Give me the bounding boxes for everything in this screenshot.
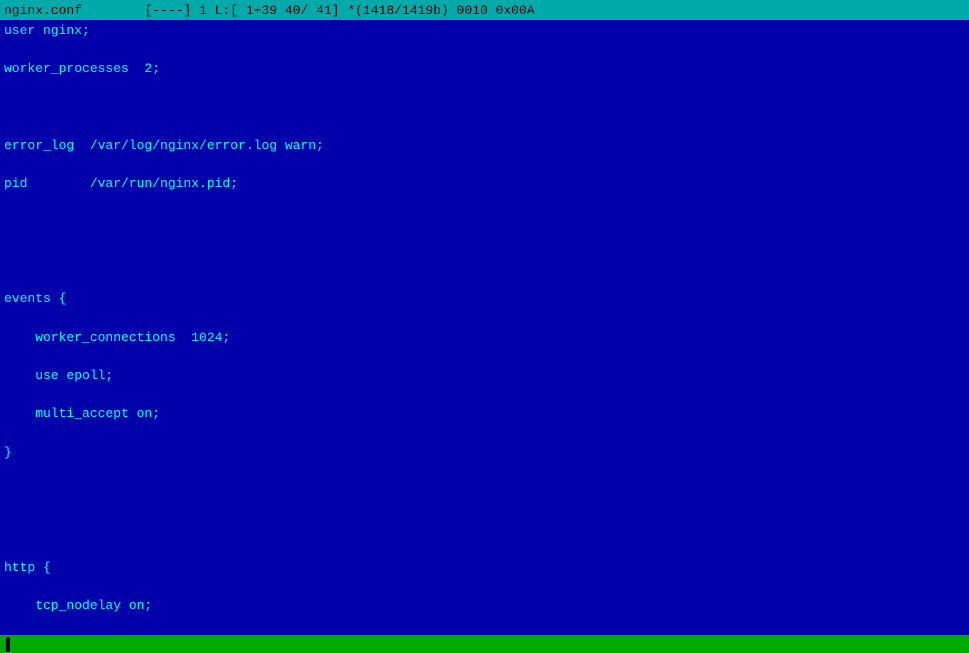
bottom-indicator: ▐ <box>2 637 10 652</box>
status-filename: nginx.conf <box>4 3 82 18</box>
editor-line: events { <box>4 290 965 309</box>
editor-line <box>4 520 965 539</box>
status-codes-info: 0010 0x00A <box>457 3 535 18</box>
status-bytes <box>340 3 348 18</box>
status-bytes-info: *(1418/1419b) <box>347 3 448 18</box>
editor-line: tcp_nodelay on; <box>4 597 965 616</box>
editor-line: pid /var/run/nginx.pid; <box>4 175 965 194</box>
bottom-bar: ▐ <box>0 635 969 653</box>
status-pos-info: 1 L:[ 1+39 40/ 41] <box>199 3 339 18</box>
status-bar: nginx.conf [----] 1 L:[ 1+39 40/ 41] *(1… <box>0 0 969 20</box>
editor-line: user nginx; <box>4 22 965 41</box>
editor-line <box>4 482 965 501</box>
editor-line <box>4 99 965 118</box>
editor-line: worker_processes 2; <box>4 60 965 79</box>
editor-line: http { <box>4 559 965 578</box>
editor-line: multi_accept on; <box>4 405 965 424</box>
terminal-window: nginx.conf [----] 1 L:[ 1+39 40/ 41] *(1… <box>0 0 969 653</box>
status-mode: [----] <box>144 3 191 18</box>
editor-line: } <box>4 444 965 463</box>
editor-line: worker_connections 1024; <box>4 329 965 348</box>
editor-line <box>4 252 965 271</box>
editor-line <box>4 214 965 233</box>
status-position <box>191 3 199 18</box>
editor-line: use epoll; <box>4 367 965 386</box>
editor-line: error_log /var/log/nginx/error.log warn; <box>4 137 965 156</box>
status-codes <box>449 3 457 18</box>
editor-content[interactable]: user nginx; worker_processes 2; error_lo… <box>0 20 969 635</box>
status-spacer <box>82 3 144 18</box>
